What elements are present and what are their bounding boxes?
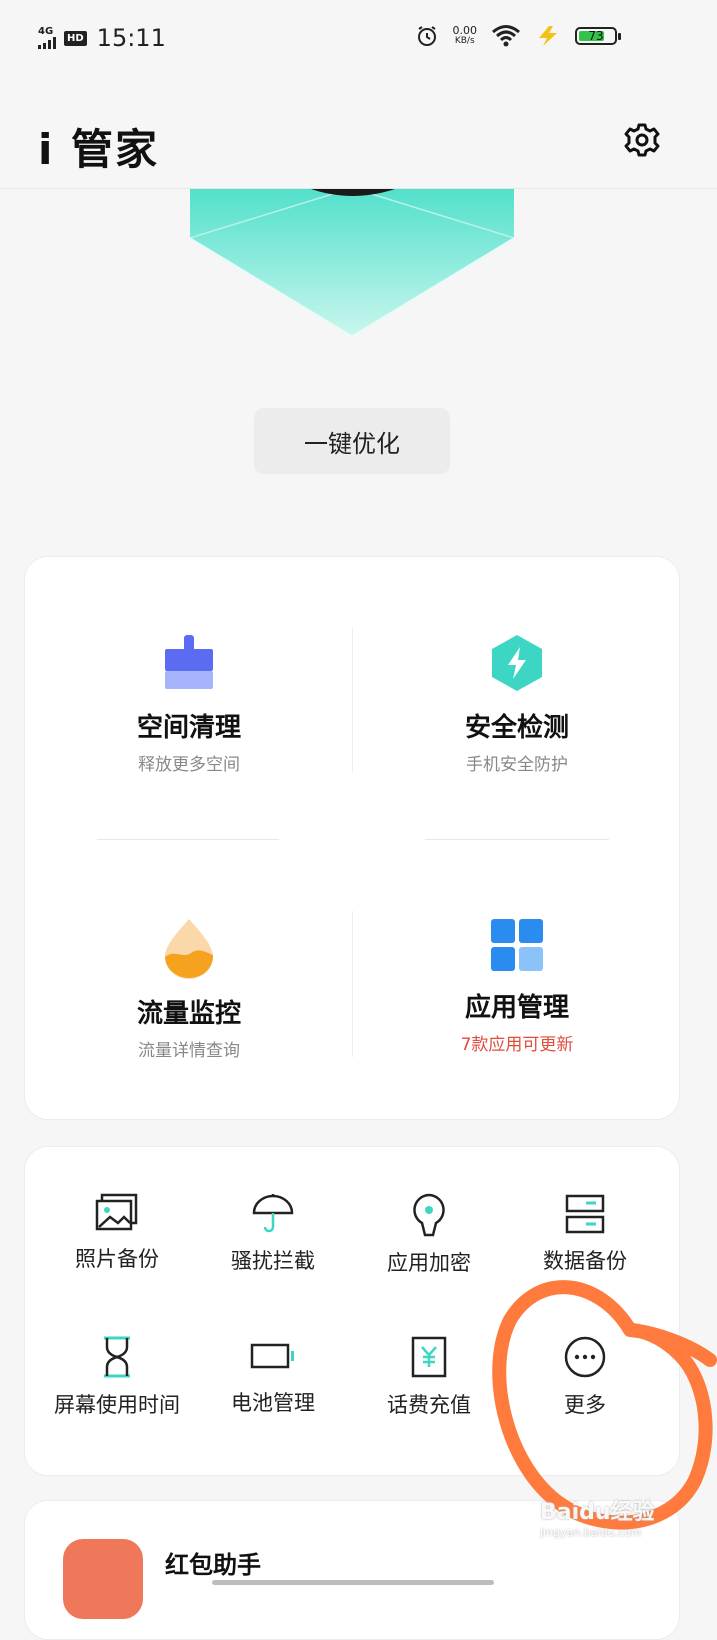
tool-label: 应用加密: [387, 1251, 471, 1275]
network-type: 4G: [38, 26, 54, 37]
clock: 15:11: [96, 24, 166, 52]
battery-icon: 73: [575, 27, 621, 45]
main-features-card: 空间清理 释放更多空间 安全检测 手机安全防护 流量监控 流量详情查询 应用管理…: [24, 556, 680, 1120]
tool-data-backup[interactable]: 数据备份: [507, 1193, 663, 1275]
cellular-signal-icon: 4G: [38, 27, 56, 49]
speed-value: 0.00: [452, 24, 478, 37]
feature-space-clean[interactable]: 空间清理 释放更多空间: [25, 633, 353, 775]
tool-label: 屏幕使用时间: [54, 1393, 180, 1417]
tool-label: 数据备份: [543, 1249, 627, 1273]
tool-label: 骚扰拦截: [231, 1249, 315, 1273]
photo-icon: [95, 1193, 138, 1231]
umbrella-icon: [252, 1194, 294, 1233]
tool-label: 话费充值: [387, 1393, 471, 1417]
tool-harassment-block[interactable]: 骚扰拦截: [195, 1193, 351, 1275]
status-bar: 4G HD 15:11 0.00 KB/s 73: [0, 0, 717, 80]
app-grid-icon: [491, 919, 543, 971]
watermark-url: jingyan.baidu.com: [540, 1526, 642, 1539]
baidu-watermark: Baidu经验 jingyan.baidu.com: [540, 1494, 655, 1539]
feature-title: 流量监控: [136, 999, 241, 1029]
broom-icon: [165, 635, 213, 689]
lock-key-icon: [413, 1193, 445, 1237]
app-update-notice: 7款应用可更新: [460, 1035, 574, 1055]
tool-label: 更多: [564, 1393, 606, 1417]
feature-subtitle: 手机安全防护: [466, 755, 568, 775]
app-header: i 管家: [0, 80, 717, 189]
yuan-card-icon: [411, 1336, 447, 1378]
hourglass-icon: [104, 1336, 130, 1378]
watermark-brand: Baidu经验: [540, 1500, 655, 1525]
feature-app-management[interactable]: 应用管理 7款应用可更新: [353, 917, 681, 1055]
feature-security-scan[interactable]: 安全检测 手机安全防护: [353, 633, 681, 775]
one-click-optimize-button[interactable]: 一键优化: [254, 408, 450, 474]
feature-title: 安全检测: [464, 713, 569, 743]
red-packet-title: 红包助手: [165, 1551, 261, 1579]
page-title: i 管家: [38, 125, 160, 174]
wifi-icon: [492, 25, 520, 47]
feature-subtitle: 流量详情查询: [138, 1041, 240, 1061]
server-icon: [565, 1194, 605, 1234]
feature-title: 应用管理: [464, 993, 569, 1023]
hd-badge: HD: [64, 30, 87, 46]
tool-app-lock[interactable]: 应用加密: [351, 1193, 507, 1277]
battery-level: 73: [588, 29, 604, 43]
feature-subtitle: 释放更多空间: [138, 755, 240, 775]
more-icon: [564, 1336, 606, 1378]
feature-data-monitor[interactable]: 流量监控 流量详情查询: [25, 917, 353, 1061]
tools-card: 照片备份 骚扰拦截 应用加密 数据备份 屏幕使用时间 电池管理 话费充值 更多: [24, 1146, 680, 1476]
score-hexagon-graphic: [189, 188, 515, 337]
network-speed: 0.00 KB/s: [453, 25, 478, 47]
tool-photo-backup[interactable]: 照片备份: [39, 1193, 195, 1273]
feature-title: 空间清理: [136, 713, 241, 743]
speed-unit: KB/s: [454, 36, 475, 46]
envelope-icon: [63, 1539, 143, 1619]
tool-label: 电池管理: [231, 1391, 315, 1415]
tool-battery-management[interactable]: 电池管理: [195, 1335, 351, 1417]
tool-phone-recharge[interactable]: 话费充值: [351, 1335, 507, 1419]
water-drop-icon: [165, 919, 214, 979]
shield-bolt-icon: [492, 635, 542, 691]
status-right: 0.00 KB/s 73: [415, 24, 621, 48]
charging-icon: [539, 26, 557, 46]
tool-more[interactable]: 更多: [507, 1335, 663, 1419]
battery-outline-icon: [250, 1343, 294, 1369]
status-left: 4G HD 15:11: [38, 24, 166, 52]
tool-label: 照片备份: [75, 1247, 159, 1271]
settings-gear-icon[interactable]: [624, 122, 660, 158]
home-indicator[interactable]: [212, 1580, 494, 1585]
tool-screen-time[interactable]: 屏幕使用时间: [39, 1335, 195, 1419]
alarm-icon: [417, 26, 436, 46]
